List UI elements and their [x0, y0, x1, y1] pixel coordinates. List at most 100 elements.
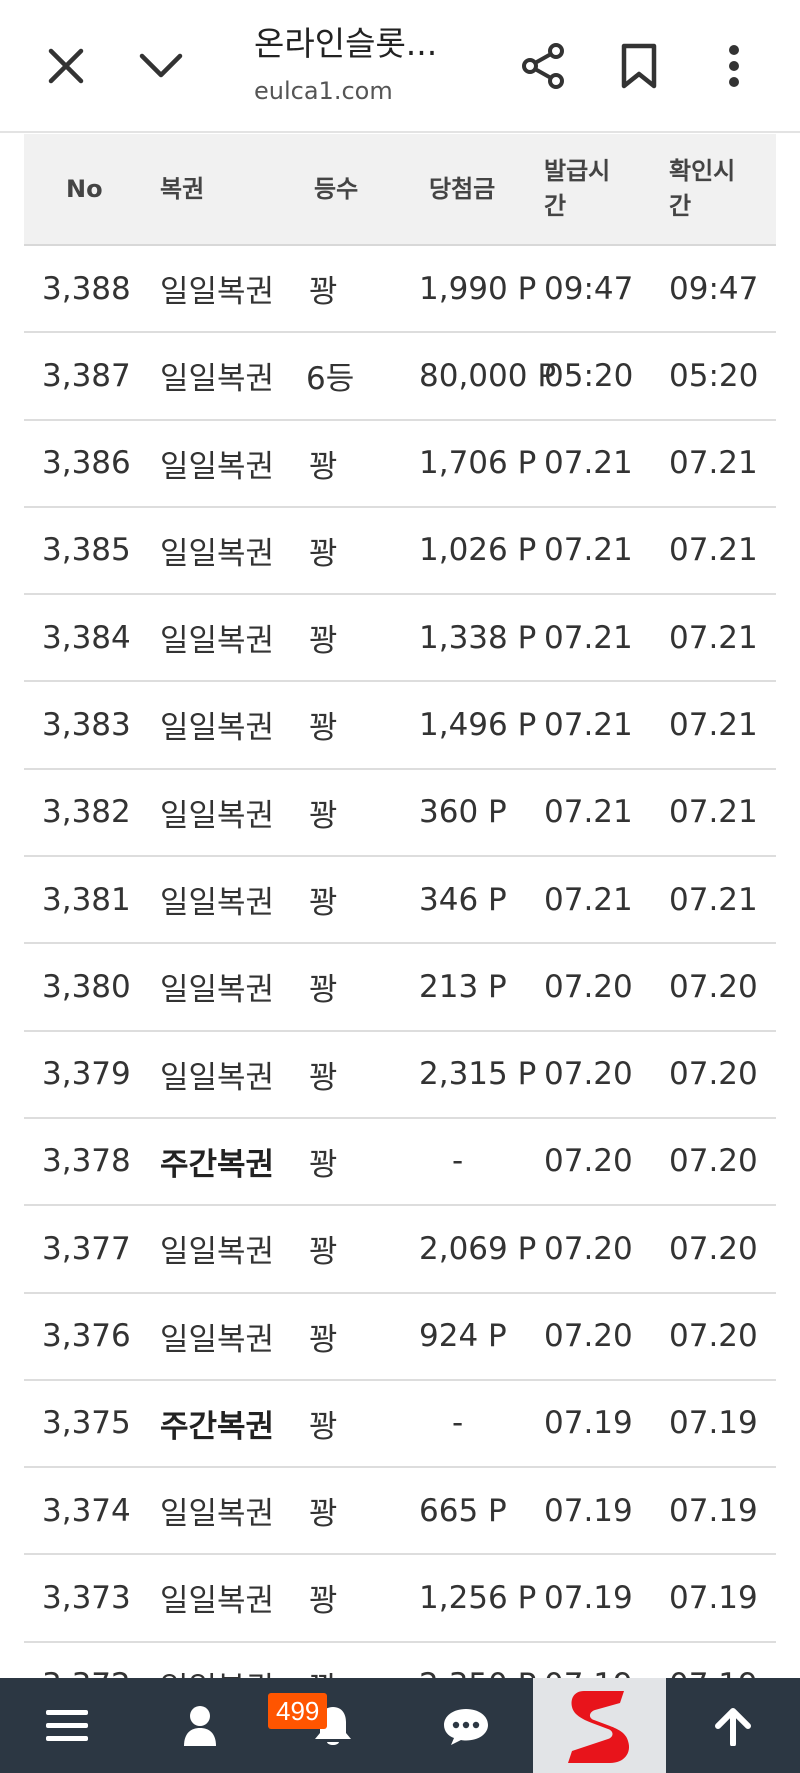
more-options-button[interactable]: [698, 30, 770, 102]
row-checked-time: 07.19: [669, 1492, 758, 1529]
row-prize: 1,256 P: [419, 1579, 537, 1616]
row-issued-time: 07.19: [544, 1579, 633, 1616]
row-grade: 꽝: [309, 1583, 338, 1620]
row-grade: 꽝: [309, 274, 338, 310]
row-checked-time: 07.20: [669, 1230, 758, 1267]
table-row: 3,381 일일복권 꽝 346 P 07.21 07.21: [24, 857, 776, 945]
row-lottery-type: 일일복권: [160, 1234, 275, 1271]
row-grade: 꽝: [309, 1059, 338, 1096]
column-header-prize: 당첨금: [429, 174, 496, 203]
row-no: 3,387: [42, 357, 131, 394]
row-lottery-type: 일일복권: [160, 274, 275, 310]
row-no: 3,379: [42, 1056, 131, 1093]
row-no: 3,383: [42, 706, 131, 743]
profile-button[interactable]: [133, 1678, 266, 1773]
row-checked-time: 07.20: [669, 1056, 758, 1093]
row-prize: 1,338 P: [419, 619, 537, 656]
chat-icon: [443, 1708, 488, 1745]
row-lottery-type: 일일복권: [160, 1643, 274, 1678]
row-no: 3,382: [42, 794, 131, 831]
row-issued-time: 07.21: [544, 445, 633, 482]
row-no: 3,385: [42, 532, 131, 569]
share-button[interactable]: [508, 30, 580, 102]
row-prize: 924 P: [419, 1318, 507, 1355]
row-grade: 꽝: [309, 1643, 338, 1678]
row-checked-time: 07.21: [669, 619, 758, 656]
row-issued-time: 07.20: [544, 1056, 633, 1093]
row-prize: -: [452, 1405, 464, 1442]
table-row: 3,374 일일복권 꽝 665 P 07.19 07.19: [24, 1468, 776, 1556]
row-prize: 1,026 P: [419, 532, 537, 569]
row-checked-time: 05:20: [669, 357, 759, 394]
row-grade: 꽝: [309, 885, 338, 922]
page-title: 온라인슬롯...: [254, 24, 438, 63]
column-header-grade: 등수: [314, 174, 359, 203]
row-grade: 꽝: [309, 1321, 338, 1358]
row-issued-time: 07.21: [544, 532, 633, 569]
scroll-to-top-button[interactable]: [666, 1678, 799, 1773]
row-checked-time: 07.21: [669, 706, 758, 743]
column-header-check-time-line2: 간: [669, 192, 692, 220]
row-lottery-type: 일일복권: [160, 972, 275, 1009]
table-row: 3,376 일일복권 꽝 924 P 07.20 07.20: [24, 1294, 776, 1381]
menu-icon: [45, 1709, 88, 1741]
row-no: 3,373: [42, 1579, 131, 1616]
row-checked-time: 09:47: [669, 270, 759, 307]
page-url: eulca1.com: [254, 77, 393, 105]
row-lottery-type: 일일복권: [160, 1496, 275, 1533]
row-lottery-type: 일일복권: [160, 361, 275, 398]
row-issued-time: 07.19: [544, 1643, 633, 1678]
row-no: 3,380: [42, 968, 131, 1005]
row-prize: 213 P: [419, 968, 507, 1005]
collapse-button[interactable]: [125, 30, 197, 102]
column-header-issue-time: 발급시 간: [544, 134, 610, 244]
row-lottery-type: 일일복권: [160, 535, 275, 572]
table-row: 3,373 일일복권 꽝 1,256 P 07.19 07.19: [24, 1555, 776, 1643]
row-prize: 80,000 P: [419, 357, 557, 394]
row-grade: 꽝: [309, 797, 338, 834]
bottom-navigation-bar: [0, 1678, 800, 1773]
row-prize: 2,315 P: [419, 1056, 537, 1093]
row-grade: 꽝: [309, 535, 338, 572]
table-row: 3,386 일일복권 꽝 1,706 P 07.21 07.21: [24, 421, 776, 508]
bookmark-button[interactable]: [603, 30, 675, 102]
row-prize: 2,350 P: [419, 1643, 536, 1678]
row-grade: 꽝: [309, 1408, 338, 1445]
row-no: 3,374: [42, 1492, 131, 1529]
chat-button[interactable]: [399, 1678, 532, 1773]
row-grade: 꽝: [309, 448, 338, 485]
table-row: 3,375 주간복권 꽝 - 07.19 07.19: [24, 1381, 776, 1469]
row-lottery-type: 일일복권: [160, 885, 275, 922]
row-lottery-type: 일일복권: [160, 623, 275, 660]
table-row: 3,387 일일복권 6등 80,000 P 05:20 05:20: [24, 333, 776, 421]
table-row: 3,385 일일복권 꽝 1,026 P 07.21 07.21: [24, 508, 776, 596]
table-row: 3,384 일일복권 꽝 1,338 P 07.21 07.21: [24, 595, 776, 683]
table-row: 3,379 일일복권 꽝 2,315 P 07.20 07.20: [24, 1032, 776, 1119]
row-issued-time: 07.20: [544, 1230, 633, 1267]
user-icon: [183, 1705, 216, 1746]
row-no: 3,386: [42, 445, 131, 482]
chevron-down-icon: [139, 53, 183, 78]
row-issued-time: 07.20: [544, 968, 633, 1005]
table-row: 3,377 일일복권 꽝 2,069 P 07.20 07.20: [24, 1206, 776, 1294]
row-prize: 1,706 P: [419, 445, 537, 482]
menu-button[interactable]: [0, 1678, 133, 1773]
row-lottery-type: 주간복권: [160, 1408, 275, 1445]
row-grade: 꽝: [309, 623, 338, 660]
close-button[interactable]: [30, 30, 102, 102]
bookmark-icon: [621, 43, 657, 89]
row-grade: 꽝: [309, 972, 338, 1009]
column-header-issue-time-line1: 발급시: [544, 157, 611, 185]
column-header-no: No: [66, 174, 103, 203]
table-header: No 복권 등수 당첨금 발급시 간 확인시 간: [24, 134, 776, 246]
row-checked-time: 07.20: [669, 1318, 758, 1355]
site-logo-button[interactable]: [533, 1678, 666, 1773]
row-lottery-type: 일일복권: [160, 710, 275, 747]
row-grade: 꽝: [309, 1234, 338, 1271]
column-header-check-time: 확인시 간: [669, 134, 735, 244]
row-checked-time: 07.21: [669, 532, 758, 569]
row-prize: 665 P: [419, 1492, 507, 1529]
row-checked-time: 07.19: [669, 1643, 758, 1678]
row-issued-time: 07.21: [544, 794, 633, 831]
row-issued-time: 07.20: [544, 1143, 633, 1180]
